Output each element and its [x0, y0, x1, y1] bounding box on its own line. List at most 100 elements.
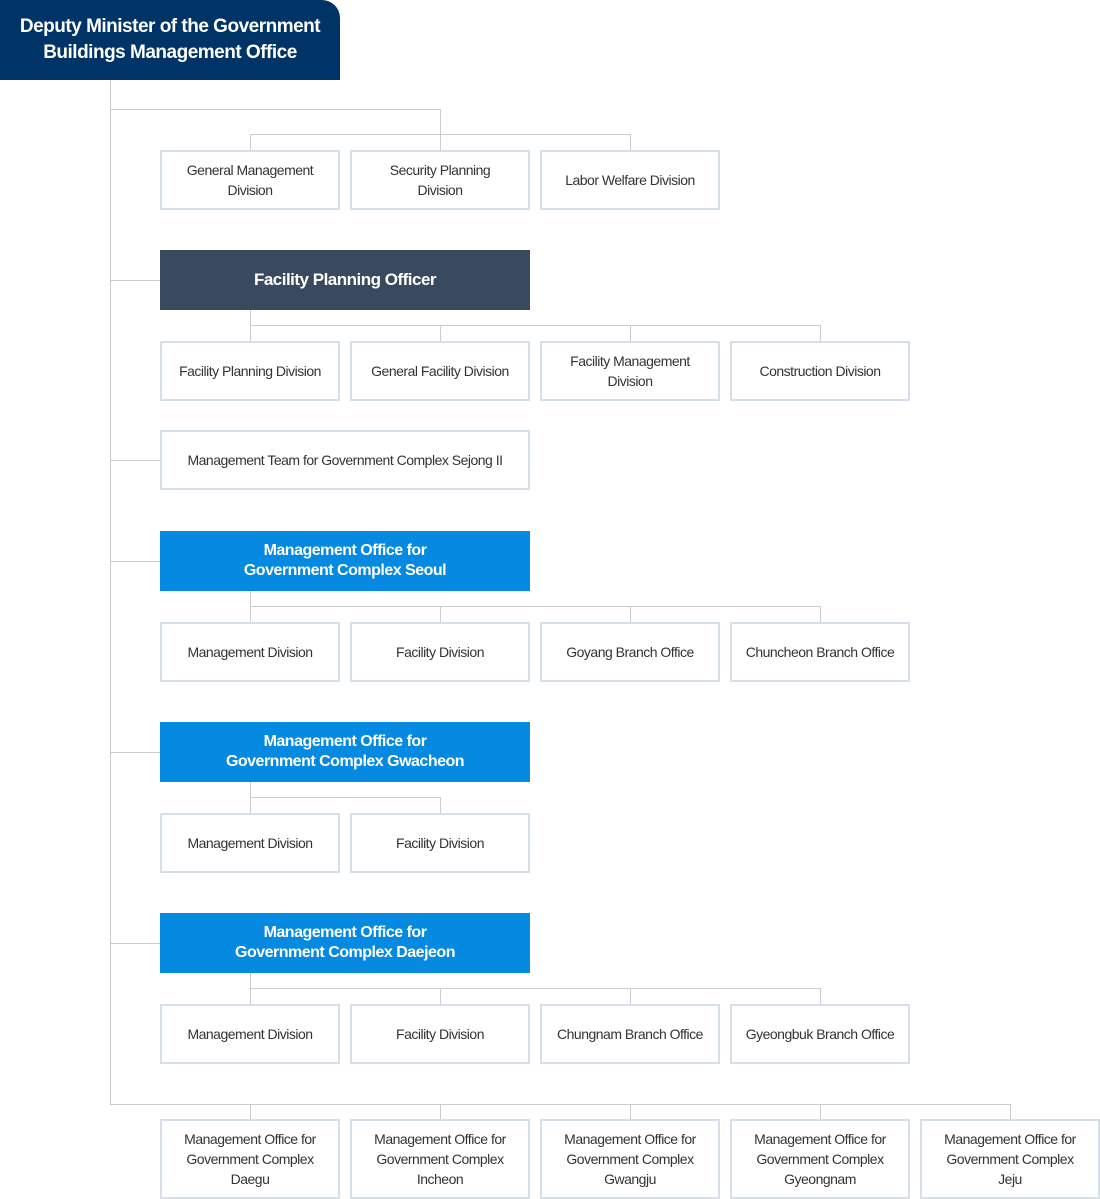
connector — [110, 280, 160, 281]
connector — [250, 797, 440, 798]
jeju-office[interactable]: Management Office for Government Complex J… — [920, 1119, 1100, 1199]
node-label: Goyang Branch Office — [566, 644, 694, 660]
node-label: Management Office for — [263, 542, 427, 559]
connector — [110, 1104, 1010, 1105]
connector — [820, 325, 821, 341]
goyang-branch-office[interactable]: Goyang Branch Office — [540, 622, 720, 682]
daejeon-management-division[interactable]: Management Division — [160, 1004, 340, 1064]
node-label: Deputy Minister of the Government — [19, 16, 321, 37]
node-label: Division — [607, 373, 653, 389]
connector — [250, 1104, 251, 1119]
node-label: Facility Division — [396, 1026, 484, 1042]
node-label: Gwangju — [604, 1171, 656, 1187]
node-label: Gyeongnam — [784, 1171, 856, 1187]
labor-welfare-division[interactable]: Labor Welfare Division — [540, 150, 720, 210]
deputy-minister-node[interactable]: Deputy Minister of the Government Buildin… — [0, 0, 340, 80]
node-label: Facility Planning Division — [179, 363, 321, 379]
chungnam-branch-office[interactable]: Chungnam Branch Office — [540, 1004, 720, 1064]
node-label: Government Complex Seoul — [243, 562, 447, 579]
connector — [440, 606, 441, 622]
node-label: Government Complex — [566, 1151, 694, 1167]
node-label: Labor Welfare Division — [565, 172, 695, 188]
incheon-office[interactable]: Management Office for Government Complex I… — [350, 1119, 530, 1199]
connector — [250, 606, 820, 607]
node-label: General Facility Division — [371, 363, 509, 379]
connector — [110, 943, 160, 944]
node-label: Buildings Management Office — [43, 42, 297, 63]
node-label: Facility Division — [396, 644, 484, 660]
connector — [630, 606, 631, 622]
connector — [630, 134, 631, 150]
connector — [250, 325, 820, 326]
chuncheon-branch-office[interactable]: Chuncheon Branch Office — [730, 622, 910, 682]
node-label: Government Complex Gwacheon — [225, 753, 465, 770]
connector — [250, 134, 630, 135]
connector — [820, 988, 821, 1004]
node-label: Facility Management — [570, 353, 690, 369]
node-label: Daegu — [230, 1171, 270, 1187]
construction-division[interactable]: Construction Division — [730, 341, 910, 401]
node-label: Chungnam Branch Office — [557, 1026, 703, 1042]
node-label: Division — [417, 182, 463, 198]
connector — [1010, 1104, 1011, 1119]
connector — [250, 134, 251, 150]
node-label: Incheon — [416, 1171, 464, 1187]
node-label: Management Office for — [184, 1131, 316, 1147]
gwacheon-facility-division[interactable]: Facility Division — [350, 813, 530, 873]
connector — [440, 109, 441, 150]
connector — [630, 988, 631, 1004]
node-label: Management Office for — [374, 1131, 506, 1147]
connector — [630, 1104, 631, 1119]
gwangju-office[interactable]: Management Office for Government Complex G… — [540, 1119, 720, 1199]
security-planning-division[interactable]: Security Planning Division — [350, 150, 530, 210]
connector — [440, 1104, 441, 1119]
connector — [110, 561, 160, 562]
seoul-management-division[interactable]: Management Division — [160, 622, 340, 682]
node-label: Construction Division — [759, 363, 882, 379]
node-label: Facility Division — [396, 835, 484, 851]
node-label: Management Team for Government Complex S… — [187, 452, 503, 468]
facility-management-division[interactable]: Facility Management Division — [540, 341, 720, 401]
seoul-facility-division[interactable]: Facility Division — [350, 622, 530, 682]
connector — [110, 109, 440, 110]
connector — [440, 988, 441, 1004]
node-label: Government Complex — [756, 1151, 884, 1167]
node-label: General Management — [186, 162, 314, 178]
connector — [110, 460, 160, 461]
gwacheon-office-node[interactable]: Management Office for Government Complex … — [160, 722, 530, 782]
node-label: Government Complex — [186, 1151, 314, 1167]
daejeon-facility-division[interactable]: Facility Division — [350, 1004, 530, 1064]
general-facility-division[interactable]: General Facility Division — [350, 341, 530, 401]
connector — [820, 606, 821, 622]
connector — [440, 325, 441, 341]
node-label: Management Division — [187, 644, 313, 660]
connector — [110, 752, 160, 753]
seoul-office-node[interactable]: Management Office for Government Complex … — [160, 531, 530, 591]
node-label: Management Office for — [944, 1131, 1076, 1147]
facility-planning-division[interactable]: Facility Planning Division — [160, 341, 340, 401]
node-label: Government Complex Daejeon — [235, 944, 455, 961]
connector — [820, 1104, 821, 1119]
node-label: Government Complex — [946, 1151, 1074, 1167]
gyeongbuk-branch-office[interactable]: Gyeongbuk Branch Office — [730, 1004, 910, 1064]
connector — [440, 797, 441, 813]
node-label: Government Complex — [376, 1151, 504, 1167]
sejong-management-team[interactable]: Management Team for Government Complex S… — [160, 430, 530, 490]
node-label: Facility Planning Officer — [253, 270, 437, 289]
node-label: Management Office for — [263, 733, 427, 750]
gwacheon-management-division[interactable]: Management Division — [160, 813, 340, 873]
connector — [250, 988, 820, 989]
node-label: Management Division — [187, 835, 313, 851]
node-label: Security Planning — [389, 162, 491, 178]
node-label: Management Office for — [263, 924, 427, 941]
main-trunk-line — [110, 80, 111, 1104]
daejeon-office-node[interactable]: Management Office for Government Complex … — [160, 913, 530, 973]
node-label: Division — [227, 182, 273, 198]
facility-planning-officer-node[interactable]: Facility Planning Officer — [160, 250, 530, 310]
general-management-division[interactable]: General Management Division — [160, 150, 340, 210]
node-label: Management Office for — [564, 1131, 696, 1147]
node-label: Gyeongbuk Branch Office — [745, 1026, 895, 1042]
gyeongnam-office[interactable]: Management Office for Government Complex G… — [730, 1119, 910, 1199]
daegu-office[interactable]: Management Office for Government Complex D… — [160, 1119, 340, 1199]
node-label: Management Division — [187, 1026, 313, 1042]
